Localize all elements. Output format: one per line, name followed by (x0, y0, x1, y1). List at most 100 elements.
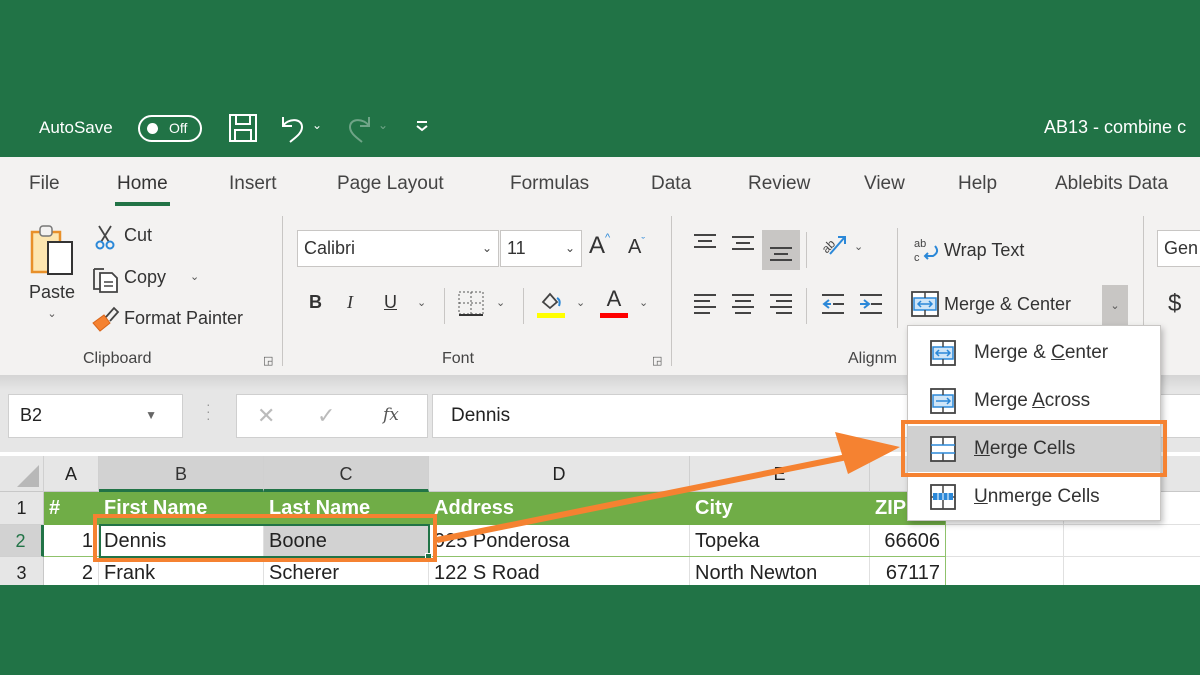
menu-item-merge-across[interactable]: Merge Across (908, 378, 1160, 424)
separator (897, 228, 898, 328)
cell-d2[interactable]: 925 Ponderosa (429, 525, 690, 557)
merge-center-dropdown-button[interactable]: ⌄ (1102, 285, 1128, 325)
paste-dropdown-chevron-icon[interactable]: ⌄ (47, 307, 56, 320)
alignment-group-label: Alignm (848, 350, 897, 367)
select-all-button[interactable] (0, 456, 44, 492)
column-header-b[interactable]: B (99, 456, 264, 492)
svg-text:ab: ab (819, 236, 839, 256)
cell-a2[interactable]: 1 (44, 525, 99, 557)
decrease-font-size-button[interactable]: Aˇ (628, 236, 645, 259)
align-center-icon[interactable] (730, 292, 756, 316)
row-header-2[interactable]: 2 (0, 525, 44, 557)
font-color-icon: A (606, 286, 622, 311)
cell-f2[interactable]: 66606 (870, 525, 946, 557)
align-left-icon[interactable] (692, 292, 718, 316)
tab-formulas[interactable]: Formulas (510, 173, 589, 195)
italic-button[interactable]: I (347, 292, 353, 313)
menu-item-unmerge-cells[interactable]: Unmerge Cells (908, 474, 1160, 520)
fill-color-button[interactable] (537, 290, 565, 320)
underline-chevron-icon[interactable]: ⌄ (417, 296, 426, 309)
font-name-combo[interactable]: Calibri ⌄ (297, 230, 499, 267)
bottom-align-button[interactable] (762, 230, 800, 270)
fill-color-chevron-icon[interactable]: ⌄ (576, 296, 585, 309)
cell-e2[interactable]: Topeka (690, 525, 870, 557)
tab-home[interactable]: Home (115, 173, 170, 206)
menu-item-merge-center[interactable]: Merge & Center (908, 330, 1160, 376)
clipboard-group-label: Clipboard (83, 350, 152, 367)
cell-f3[interactable]: 67117 (870, 557, 946, 585)
font-size-chevron-icon[interactable]: ⌄ (565, 241, 575, 255)
cell-a3[interactable]: 2 (44, 557, 99, 585)
tab-review[interactable]: Review (748, 173, 810, 195)
cell-g2[interactable] (946, 525, 1064, 557)
currency-format-button[interactable]: $ (1168, 290, 1181, 318)
formula-bar-resize-handle[interactable]: · · · (206, 397, 211, 425)
column-header-c[interactable]: C (264, 456, 429, 492)
name-box-value: B2 (20, 405, 43, 425)
number-format-combo[interactable]: Gen (1157, 230, 1200, 267)
format-painter-button[interactable]: Format Painter (124, 308, 243, 329)
row-header-1[interactable]: 1 (0, 492, 44, 525)
undo-icon[interactable] (278, 113, 308, 148)
decrease-indent-icon[interactable] (820, 292, 846, 316)
merge-center-button[interactable]: Merge & Center (944, 294, 1071, 315)
font-size-value: 11 (507, 238, 526, 258)
cell-d1[interactable]: Address (429, 492, 690, 525)
name-box-chevron-icon[interactable]: ▼ (145, 408, 157, 422)
font-dialog-launcher-icon[interactable]: ◲ (652, 354, 662, 367)
cell-a1[interactable]: # (44, 492, 99, 525)
column-label: C (339, 464, 353, 484)
insert-function-icon[interactable]: fx (383, 405, 399, 425)
cell-g3[interactable] (946, 557, 1064, 585)
redo-icon (344, 113, 374, 148)
enter-icon[interactable]: ✓ (317, 403, 335, 429)
borders-chevron-icon[interactable]: ⌄ (496, 296, 505, 309)
copy-button[interactable]: Copy (124, 267, 166, 288)
row-header-3[interactable]: 3 (0, 557, 44, 585)
tab-view[interactable]: View (864, 173, 905, 195)
font-name-chevron-icon[interactable]: ⌄ (482, 241, 492, 255)
underline-button[interactable]: U (384, 292, 397, 313)
cell-d3[interactable]: 122 S Road (429, 557, 690, 585)
undo-dropdown-chevron-icon[interactable]: ⌄ (312, 118, 322, 132)
save-icon[interactable] (228, 113, 258, 148)
clipboard-dialog-launcher-icon[interactable]: ◲ (263, 354, 273, 367)
increase-indent-icon[interactable] (858, 292, 884, 316)
increase-font-size-button[interactable]: A^ (589, 232, 610, 260)
wrap-text-button[interactable]: Wrap Text (944, 240, 1024, 261)
fill-color-icon (537, 292, 565, 318)
merge-center-icon (930, 340, 956, 366)
tab-file[interactable]: File (29, 173, 60, 195)
tab-data[interactable]: Data (651, 173, 691, 195)
font-size-combo[interactable]: 11 ⌄ (500, 230, 582, 267)
tab-insert[interactable]: Insert (229, 173, 277, 195)
column-header-a[interactable]: A (44, 456, 99, 492)
borders-icon[interactable] (457, 290, 485, 318)
tab-page-layout[interactable]: Page Layout (337, 173, 444, 195)
cell-e3[interactable]: North Newton (690, 557, 870, 585)
cell-h3[interactable] (1064, 557, 1200, 585)
column-header-e[interactable]: E (690, 456, 870, 492)
font-color-button[interactable]: A (600, 288, 628, 318)
paste-icon (30, 225, 73, 275)
align-right-icon[interactable] (768, 292, 794, 316)
cut-button[interactable]: Cut (124, 225, 152, 246)
bold-button[interactable]: B (309, 292, 322, 313)
cancel-icon[interactable]: ✕ (257, 403, 275, 429)
font-color-chevron-icon[interactable]: ⌄ (639, 296, 648, 309)
orientation-icon[interactable]: ab (818, 230, 850, 260)
grow-font-icon: A (589, 232, 606, 259)
autosave-toggle[interactable]: Off (138, 115, 202, 142)
tab-ablebits-data[interactable]: Ablebits Data (1055, 173, 1168, 195)
cell-e1[interactable]: City (690, 492, 870, 525)
column-header-d[interactable]: D (429, 456, 690, 492)
tab-help[interactable]: Help (958, 173, 997, 195)
top-align-icon[interactable] (692, 232, 718, 254)
copy-dropdown-chevron-icon[interactable]: ⌄ (190, 270, 199, 283)
cell-h2[interactable] (1064, 525, 1200, 557)
customize-qat-icon[interactable] (414, 118, 430, 139)
paste-button[interactable]: Paste ⌄ (24, 222, 80, 330)
name-box[interactable]: B2 ▼ (8, 394, 183, 438)
middle-align-icon[interactable] (730, 232, 756, 254)
orientation-chevron-icon[interactable]: ⌄ (854, 240, 863, 253)
